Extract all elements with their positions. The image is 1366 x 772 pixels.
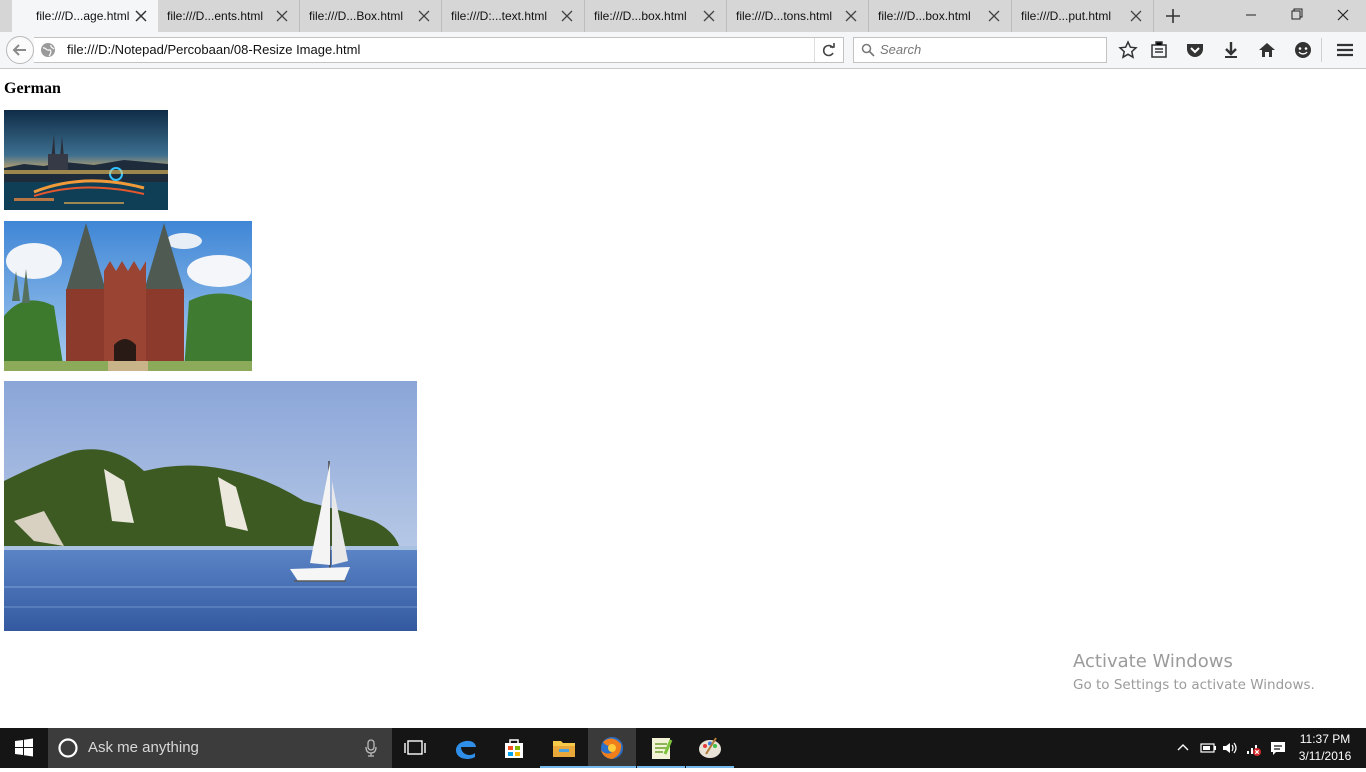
tab-8[interactable]: file:///D...put.html — [1012, 0, 1154, 32]
tab-6[interactable]: file:///D...tons.html — [727, 0, 869, 32]
microphone-icon[interactable] — [364, 739, 378, 757]
tab-5[interactable]: file:///D...box.html — [585, 0, 727, 32]
restore-icon[interactable] — [1274, 0, 1320, 32]
cortana-circle-icon — [58, 738, 78, 758]
tab-1[interactable]: file:///D...age.html — [12, 0, 158, 32]
watermark-subtitle: Go to Settings to activate Windows. — [1073, 677, 1315, 693]
firefox-icon — [601, 737, 623, 759]
system-clock[interactable]: 11:37 PM 3/11/2016 — [1292, 731, 1358, 765]
page-heading: German — [4, 80, 61, 97]
chalk-cliffs-sailboat-image — [4, 381, 417, 631]
tab-label: file:///D...ents.html — [167, 9, 264, 23]
search-icon — [861, 43, 875, 57]
tab-strip: file:///D...age.html file:///D...ents.ht… — [0, 0, 1366, 32]
tab-3[interactable]: file:///D...Box.html — [300, 0, 442, 32]
reading-list-icon[interactable] — [1148, 39, 1170, 61]
close-tab-icon[interactable] — [1129, 9, 1143, 23]
bookmark-star-icon[interactable] — [1117, 39, 1139, 61]
tab-label: file:///D:...text.html — [451, 9, 548, 23]
activate-windows-watermark: Activate Windows Go to Settings to activ… — [1073, 651, 1315, 697]
page-viewport: German Activate Windows Go to Settings t… — [0, 69, 1366, 728]
windows-start-icon[interactable] — [0, 728, 48, 768]
holstentor-gate-image — [4, 221, 252, 371]
close-window-icon[interactable] — [1320, 0, 1366, 32]
watermark-title: Activate Windows — [1073, 651, 1233, 672]
task-view-icon — [404, 740, 426, 755]
download-icon[interactable] — [1220, 39, 1242, 61]
search-box[interactable]: Search — [853, 37, 1107, 63]
paint-palette-icon — [699, 737, 721, 758]
tab-label: file:///D...put.html — [1021, 9, 1112, 23]
taskbar-edge[interactable] — [442, 728, 490, 768]
minimize-icon[interactable] — [1228, 0, 1274, 32]
edge-browser-icon — [456, 740, 476, 759]
url-text: file:///D:/Notepad/Percobaan/08-Resize I… — [67, 42, 361, 57]
folder-icon — [553, 741, 575, 757]
close-tab-icon[interactable] — [987, 9, 1001, 23]
tab-label: file:///D...box.html — [594, 9, 687, 23]
cortana-search-box[interactable]: Ask me anything — [48, 728, 392, 768]
close-tab-icon[interactable] — [844, 9, 858, 23]
pocket-icon[interactable] — [1184, 39, 1206, 61]
cologne-night-image — [4, 110, 168, 210]
tab-label: file:///D...age.html — [36, 9, 130, 23]
hello-chat-icon[interactable] — [1292, 39, 1314, 61]
show-hidden-icons-chevron-up-icon[interactable] — [1173, 738, 1193, 758]
volume-speaker-icon[interactable] — [1220, 738, 1240, 758]
search-placeholder: Search — [880, 42, 922, 57]
globe-icon — [41, 43, 55, 57]
task-view-button[interactable] — [392, 728, 440, 768]
navigation-toolbar: file:///D:/Notepad/Percobaan/08-Resize I… — [0, 32, 1366, 69]
tab-label: file:///D...box.html — [878, 9, 971, 23]
taskbar-file-explorer[interactable] — [540, 728, 588, 768]
clock-date: 3/11/2016 — [1298, 749, 1352, 763]
notepad-plus-icon — [652, 738, 673, 759]
taskbar-notepad-plus[interactable] — [637, 728, 685, 768]
close-tab-icon[interactable] — [417, 9, 431, 23]
tab-label: file:///D...Box.html — [309, 9, 404, 23]
url-bar[interactable]: file:///D:/Notepad/Percobaan/08-Resize I… — [34, 37, 844, 63]
back-button[interactable] — [6, 36, 34, 64]
reload-icon — [822, 43, 835, 57]
taskbar-firefox[interactable] — [588, 728, 636, 768]
toolbar-divider — [1321, 38, 1322, 62]
battery-icon[interactable] — [1198, 738, 1218, 758]
windows-taskbar: Ask me anything 11:37 PM 3/11/2016 — [0, 728, 1366, 768]
close-tab-icon[interactable] — [560, 9, 574, 23]
cortana-placeholder: Ask me anything — [88, 739, 199, 756]
tab-label: file:///D...tons.html — [736, 9, 833, 23]
action-center-icon[interactable] — [1268, 738, 1288, 758]
reload-button[interactable] — [814, 38, 843, 62]
back-arrow-icon — [12, 44, 26, 56]
network-disconnected-icon[interactable] — [1244, 738, 1264, 758]
tab-7[interactable]: file:///D...box.html — [869, 0, 1012, 32]
close-tab-icon[interactable] — [275, 9, 289, 23]
close-tab-icon[interactable] — [134, 9, 148, 23]
menu-hamburger-icon[interactable] — [1334, 39, 1356, 61]
tab-4[interactable]: file:///D:...text.html — [442, 0, 585, 32]
home-icon[interactable] — [1256, 39, 1278, 61]
close-tab-icon[interactable] — [702, 9, 716, 23]
tab-2[interactable]: file:///D...ents.html — [158, 0, 300, 32]
taskbar-store[interactable] — [490, 728, 538, 768]
store-bag-icon — [505, 739, 523, 758]
taskbar-paint[interactable] — [686, 728, 734, 768]
clock-time: 11:37 PM — [1299, 732, 1351, 746]
new-tab-plus-icon[interactable] — [1160, 4, 1186, 28]
